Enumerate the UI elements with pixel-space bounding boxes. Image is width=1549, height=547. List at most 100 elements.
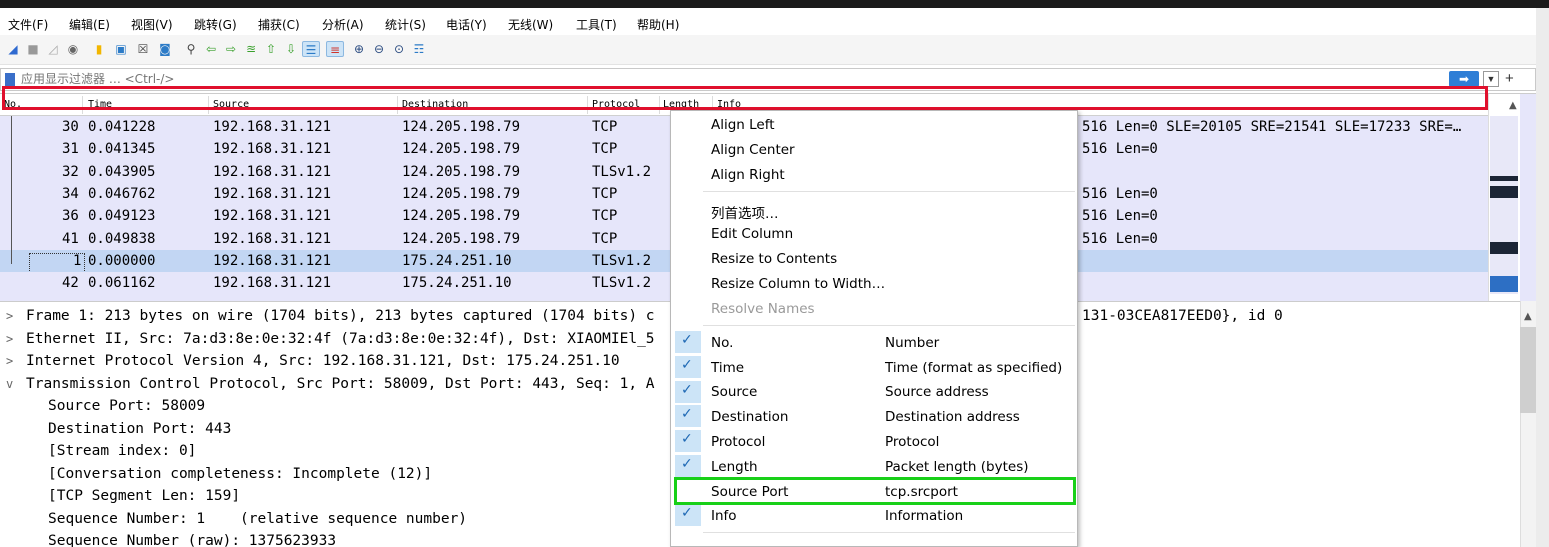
menu-resize-column-to-width[interactable]: Resize Column to Width… [711, 276, 885, 292]
scroll-up-icon[interactable]: ▲ [1524, 311, 1532, 322]
chevron-down-icon[interactable]: ▼ [1483, 71, 1499, 87]
packet-protocol: TCP [592, 185, 618, 202]
expand-icon[interactable]: > [6, 309, 26, 323]
menu-bar: 文件(F) 编辑(E) 视图(V) 跳转(G) 捕获(C) 分析(A) 统计(S… [0, 8, 1536, 35]
go-back-icon[interactable]: ⇦ [202, 41, 220, 57]
packet-source: 192.168.31.121 [213, 119, 332, 135]
menu-column-source[interactable]: Source [711, 384, 757, 400]
scroll-up-icon[interactable]: ▲ [1509, 100, 1517, 111]
menu-edit-column[interactable]: Edit Column [711, 226, 793, 242]
detail-tcp[interactable]: v Transmission Control Protocol, Src Port… [6, 376, 655, 398]
packet-destination: 124.205.198.79 [402, 208, 521, 225]
menu-statistics[interactable]: 统计(S) [385, 16, 426, 33]
menu-file[interactable]: 文件(F) [8, 16, 48, 33]
detail-source-port[interactable]: Source Port: 58009 [48, 398, 205, 420]
menu-column-no[interactable]: No. [711, 335, 733, 351]
checkmark-icon: ✓ [681, 357, 693, 373]
expand-icon[interactable]: > [6, 354, 26, 368]
restart-capture-icon[interactable]: ◿ [44, 41, 62, 57]
save-file-icon[interactable]: ▣ [112, 41, 130, 57]
packet-source: 192.168.31.121 [213, 252, 332, 269]
menu-column-info-desc: Information [885, 508, 964, 524]
expand-icon[interactable]: > [6, 332, 26, 346]
menu-column-protocol[interactable]: Protocol [711, 434, 765, 450]
detail-frame[interactable]: > Frame 1: 213 bytes on wire (1704 bits),… [6, 308, 655, 330]
window-top-edge [0, 0, 1549, 8]
go-last-packet-icon[interactable]: ⇩ [282, 41, 300, 57]
menu-column-length-desc: Packet length (bytes) [885, 459, 1029, 475]
packet-destination: 124.205.198.79 [402, 185, 521, 202]
add-filter-button[interactable]: + [1505, 70, 1514, 88]
menu-column-destination-desc: Destination address [885, 409, 1020, 425]
zoom-normal-icon[interactable]: ⊙ [390, 41, 408, 57]
detail-sequence-number[interactable]: Sequence Number: 1 (relative sequence nu… [48, 511, 467, 533]
packet-time: 0.000000 [88, 252, 156, 269]
detail-conversation-completeness[interactable]: [Conversation completeness: Incomplete (… [48, 466, 432, 488]
go-first-packet-icon[interactable]: ⇧ [262, 41, 280, 57]
menu-align-left[interactable]: Align Left [711, 117, 775, 133]
packet-time: 0.043905 [88, 163, 156, 180]
detail-sequence-raw[interactable]: Sequence Number (raw): 1375623933 [48, 533, 336, 547]
packet-source: 192.168.31.121 [213, 185, 332, 202]
capture-options-icon[interactable]: ◉ [64, 41, 82, 57]
close-file-icon[interactable]: ☒ [134, 41, 152, 57]
detail-stream-index[interactable]: [Stream index: 0] [48, 443, 196, 465]
details-scroll-thumb[interactable] [1520, 327, 1536, 413]
zoom-out-icon[interactable]: ⊖ [370, 41, 388, 57]
menu-capture[interactable]: 捕获(C) [258, 16, 300, 33]
menu-column-length[interactable]: Length [711, 459, 758, 475]
packet-protocol: TLSv1.2 [592, 275, 652, 292]
menu-column-destination[interactable]: Destination [711, 409, 788, 425]
menu-column-no-desc: Number [885, 335, 940, 351]
checkmark-icon: ✓ [681, 431, 693, 447]
detail-ipv4[interactable]: > Internet Protocol Version 4, Src: 192.1… [6, 353, 620, 375]
menu-edit[interactable]: 编辑(E) [69, 16, 110, 33]
packet-protocol: TCP [592, 230, 618, 247]
stop-capture-icon[interactable]: ■ [24, 41, 42, 57]
packet-destination: 124.205.198.79 [402, 141, 521, 158]
packet-info: 516 Len=0 [1082, 208, 1158, 225]
packet-minimap[interactable] [1490, 116, 1518, 294]
menu-telephony[interactable]: 电话(Y) [446, 16, 487, 33]
menu-align-right[interactable]: Align Right [711, 167, 785, 183]
packet-source: 192.168.31.121 [213, 163, 332, 180]
zoom-in-icon[interactable]: ⊕ [350, 41, 368, 57]
menu-align-center[interactable]: Align Center [711, 142, 795, 158]
bookmark-icon[interactable] [5, 73, 15, 86]
packet-protocol: TCP [592, 208, 618, 225]
reload-file-icon[interactable]: ◙ [156, 41, 174, 57]
packet-no: 41 [62, 230, 79, 247]
open-file-icon[interactable]: ▮ [90, 41, 108, 57]
resize-columns-icon[interactable]: ☶ [410, 41, 428, 57]
packet-source: 192.168.31.121 [213, 208, 332, 225]
detail-destination-port[interactable]: Destination Port: 443 [48, 421, 231, 443]
packet-time: 0.049123 [88, 208, 156, 225]
detail-segment-len[interactable]: [TCP Segment Len: 159] [48, 488, 240, 510]
menu-column-time[interactable]: Time [711, 360, 744, 376]
menu-column-info[interactable]: Info [711, 508, 737, 524]
menu-wireless[interactable]: 无线(W) [508, 16, 553, 33]
go-to-packet-icon[interactable]: ≊ [242, 41, 260, 57]
auto-scroll-icon[interactable]: ☰ [302, 41, 320, 57]
menu-analyze[interactable]: 分析(A) [322, 16, 364, 33]
find-packet-icon[interactable]: ⚲ [182, 41, 200, 57]
checkmark-icon: ✓ [681, 505, 693, 521]
packet-no: 31 [62, 141, 79, 158]
main-toolbar: ◢ ■ ◿ ◉ ▮ ▣ ☒ ◙ ⚲ ⇦ ⇨ ≊ ⇧ ⇩ ☰ ≡ ⊕ ⊖ ⊙ ☶ [0, 35, 1536, 65]
menu-separator [703, 532, 1075, 533]
colorize-icon[interactable]: ≡ [326, 41, 344, 57]
menu-tools[interactable]: 工具(T) [576, 16, 617, 33]
packet-info: 516 Len=0 [1082, 141, 1158, 158]
menu-view[interactable]: 视图(V) [131, 16, 173, 33]
arrow-right-icon[interactable]: ➡ [1449, 71, 1479, 87]
go-forward-icon[interactable]: ⇨ [222, 41, 240, 57]
shark-fin-start-icon[interactable]: ◢ [4, 41, 22, 57]
menu-separator [703, 191, 1075, 192]
detail-ethernet[interactable]: > Ethernet II, Src: 7a:d3:8e:0e:32:4f (7a… [6, 331, 655, 353]
menu-go[interactable]: 跳转(G) [194, 16, 237, 33]
collapse-icon[interactable]: v [6, 377, 26, 391]
menu-resize-to-contents[interactable]: Resize to Contents [711, 251, 837, 267]
packet-destination: 175.24.251.10 [402, 252, 512, 269]
menu-help[interactable]: 帮助(H) [637, 16, 679, 33]
menu-column-preferences[interactable]: 列首选项… [711, 202, 779, 222]
